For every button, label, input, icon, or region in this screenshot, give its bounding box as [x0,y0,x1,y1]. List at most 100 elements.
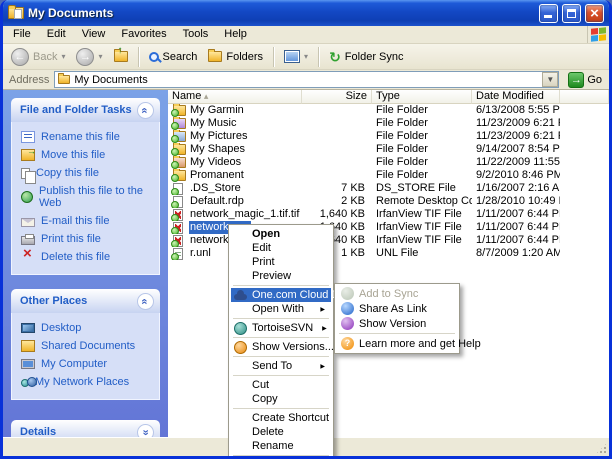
address-input[interactable]: My Documents ▼ [54,71,559,88]
menu-item-show-version[interactable]: Show Version [337,316,457,331]
details-panel: Details [11,420,160,437]
sidebar-item-label: Delete this file [41,251,110,263]
menu-item-create-shortcut[interactable]: Create Shortcut [231,411,331,425]
videos-folder-icon [173,157,186,168]
views-dropdown-icon[interactable]: ▾ [304,52,308,61]
file-size [302,169,372,182]
up-button[interactable] [110,49,132,64]
column-header-date-modified[interactable]: Date Modified [472,90,560,104]
explorer-window: My Documents FileEditViewFavoritesToolsH… [0,0,612,459]
add-to-sync-icon [341,287,354,300]
folders-button[interactable]: Folders [204,49,267,65]
file-type: Remote Desktop Co... [372,195,472,208]
file-row[interactable]: My PicturesFile Folder11/23/2009 6:21 PM [168,130,609,143]
file-type: IrfanView TIF File [372,221,472,234]
forward-dropdown-icon[interactable]: ▾ [98,52,102,61]
sidebar-item-rename-this-file[interactable]: Rename this file [21,131,155,143]
sidebar-item-publish-this-file-to-the-web[interactable]: Publish this file to the Web [21,185,155,209]
search-button[interactable]: Search [145,49,202,65]
menu-item-open[interactable]: Open [231,227,331,241]
expand-chevron-icon[interactable] [137,424,154,438]
menu-item-learn-more-and-get-help[interactable]: Learn more and get Help [337,336,457,351]
column-header-type[interactable]: Type [372,90,472,104]
menu-item-open-with[interactable]: Open With [231,302,331,316]
menu-item-rename[interactable]: Rename [231,439,331,453]
file-date-modified: 11/22/2009 11:55 PM [472,156,560,169]
sidebar-item-delete-this-file[interactable]: Delete this file [21,251,155,263]
menu-item-add-to-sync[interactable]: Add to Sync [337,286,457,301]
other-places-header[interactable]: Other Places [11,289,160,313]
collapse-chevron-icon[interactable] [137,102,154,119]
file-row[interactable]: My VideosFile Folder11/22/2009 11:55 PM [168,156,609,169]
row-filler [560,117,609,130]
menu-icon-gutter [234,270,247,283]
file-row[interactable]: Default.rdp2 KBRemote Desktop Co...1/28/… [168,195,609,208]
file-row[interactable]: PromanentFile Folder9/2/2010 8:46 PM [168,169,609,182]
sidebar-item-print-this-file[interactable]: Print this file [21,233,155,245]
collapse-chevron-icon[interactable] [137,293,154,310]
menu-item-show-versions[interactable]: Show Versions... [231,340,331,354]
file-size [302,117,372,130]
menu-item-copy[interactable]: Copy [231,392,331,406]
sidebar-item-label: My Computer [41,358,107,370]
menu-tools[interactable]: Tools [175,26,217,43]
file-type: File Folder [372,130,472,143]
menu-item-print[interactable]: Print [231,255,331,269]
row-filler [560,104,609,117]
go-button[interactable]: Go [564,72,606,88]
file-row[interactable]: My GarminFile Folder6/13/2008 5:55 PM [168,104,609,117]
menu-item-send-to[interactable]: Send To [231,359,331,373]
sidebar-item-shared-documents[interactable]: Shared Documents [21,340,155,352]
close-button[interactable] [585,4,604,23]
menu-item-preview[interactable]: Preview [231,269,331,283]
move-icon [21,149,35,161]
menu-edit[interactable]: Edit [39,26,74,43]
shared-folder-icon [21,340,35,352]
file-icon [173,183,183,195]
file-date-modified: 9/14/2007 8:54 PM [472,143,560,156]
details-header[interactable]: Details [11,420,160,437]
file-folder-tasks-header[interactable]: File and Folder Tasks [11,98,160,122]
column-header-name[interactable]: Name [168,90,302,104]
menu-item-delete[interactable]: Delete [231,425,331,439]
menu-item-share-as-link[interactable]: Share As Link [337,301,457,316]
folder-sync-button[interactable]: Folder Sync [325,48,407,66]
sidebar-item-my-computer[interactable]: My Computer [21,358,155,370]
sidebar-item-e-mail-this-file[interactable]: E-mail this file [21,215,155,227]
address-dropdown-button[interactable]: ▼ [542,72,558,87]
maximize-button[interactable] [562,4,581,23]
column-header-size[interactable]: Size [302,90,372,104]
menu-favorites[interactable]: Favorites [113,26,174,43]
views-button[interactable]: ▾ [280,48,312,65]
resize-grip[interactable] [595,442,608,455]
file-row[interactable]: .DS_Store7 KBDS_STORE File1/16/2007 2:16… [168,182,609,195]
back-dropdown-icon[interactable]: ▾ [61,52,65,61]
menu-item-one-com-cloud-drive[interactable]: One.com Cloud Drive [231,288,331,302]
menu-item-edit[interactable]: Edit [231,241,331,255]
file-row[interactable]: My MusicFile Folder11/23/2009 6:21 PM [168,117,609,130]
panel-title: Other Places [20,295,87,307]
file-name: My Garmin [189,104,245,117]
sidebar-item-copy-this-file[interactable]: Copy this file [21,167,155,179]
sidebar-item-my-network-places[interactable]: My Network Places [21,376,155,388]
menu-file[interactable]: File [5,26,39,43]
address-bar: Address My Documents ▼ Go [3,70,609,90]
unl-file-icon [173,248,183,260]
back-button[interactable]: ← Back ▾ [7,46,69,68]
go-label: Go [587,74,602,86]
sidebar-item-desktop[interactable]: Desktop [21,322,155,334]
file-row[interactable]: network_magic_1.tif.tif1,640 KBIrfanView… [168,208,609,221]
minimize-button[interactable] [539,4,558,23]
menu-item-cut[interactable]: Cut [231,378,331,392]
forward-button[interactable]: → ▾ [72,46,106,68]
menu-view[interactable]: View [74,26,114,43]
menu-help[interactable]: Help [216,26,255,43]
menu-icon-gutter [234,360,247,373]
row-filler [560,221,609,234]
menu-separator [233,285,329,286]
sidebar-item-move-this-file[interactable]: Move this file [21,149,155,161]
menu-item-tortoisesvn[interactable]: TortoiseSVN [231,321,331,335]
menu-bar: FileEditViewFavoritesToolsHelp [3,26,609,44]
print-icon [21,236,35,245]
file-row[interactable]: My ShapesFile Folder9/14/2007 8:54 PM [168,143,609,156]
